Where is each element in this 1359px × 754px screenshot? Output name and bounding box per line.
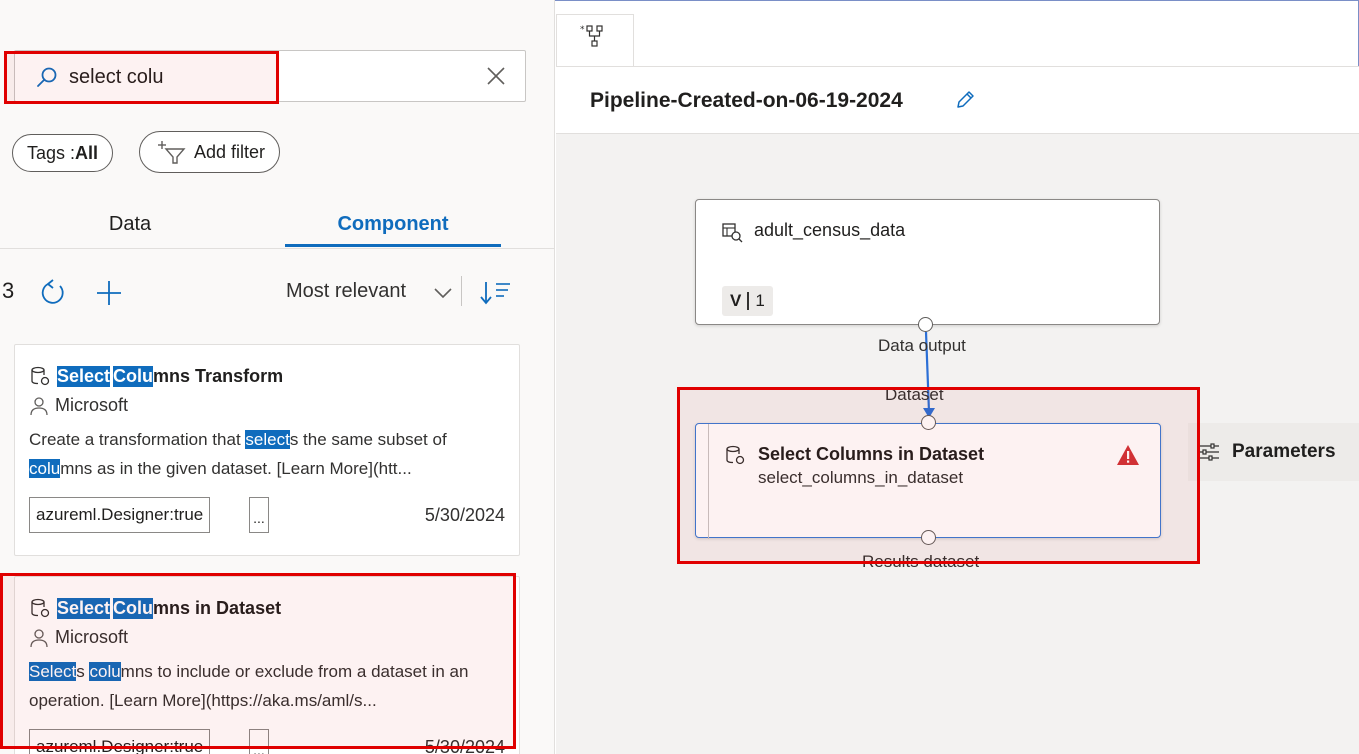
parameters-button[interactable]: Parameters	[1188, 423, 1359, 481]
input-port[interactable]	[921, 415, 936, 430]
settings-sliders-icon	[1199, 443, 1219, 461]
component-icon	[726, 445, 745, 465]
dataset-node-name: adult_census_data	[754, 220, 906, 240]
input-port-label: Dataset	[885, 385, 944, 404]
version-badge: V 1	[722, 286, 773, 316]
parameters-label: Parameters	[1232, 441, 1336, 462]
component-node[interactable]: Select Columns in Dataset select_columns…	[695, 423, 1161, 539]
component-node-name: Select Columns in Dataset	[758, 444, 985, 464]
warning-icon[interactable]	[1116, 444, 1140, 466]
edge-connector	[923, 331, 935, 418]
dataset-node[interactable]: adult_census_data V 1	[695, 199, 1160, 325]
node-left-bar	[708, 424, 709, 539]
component-node-id: select_columns_in_dataset	[758, 468, 964, 487]
output-port-label: Results dataset	[862, 552, 980, 568]
output-port[interactable]	[918, 317, 933, 332]
output-port-label: Data output	[878, 336, 966, 355]
output-port[interactable]	[921, 530, 936, 545]
dataset-icon	[722, 223, 743, 243]
